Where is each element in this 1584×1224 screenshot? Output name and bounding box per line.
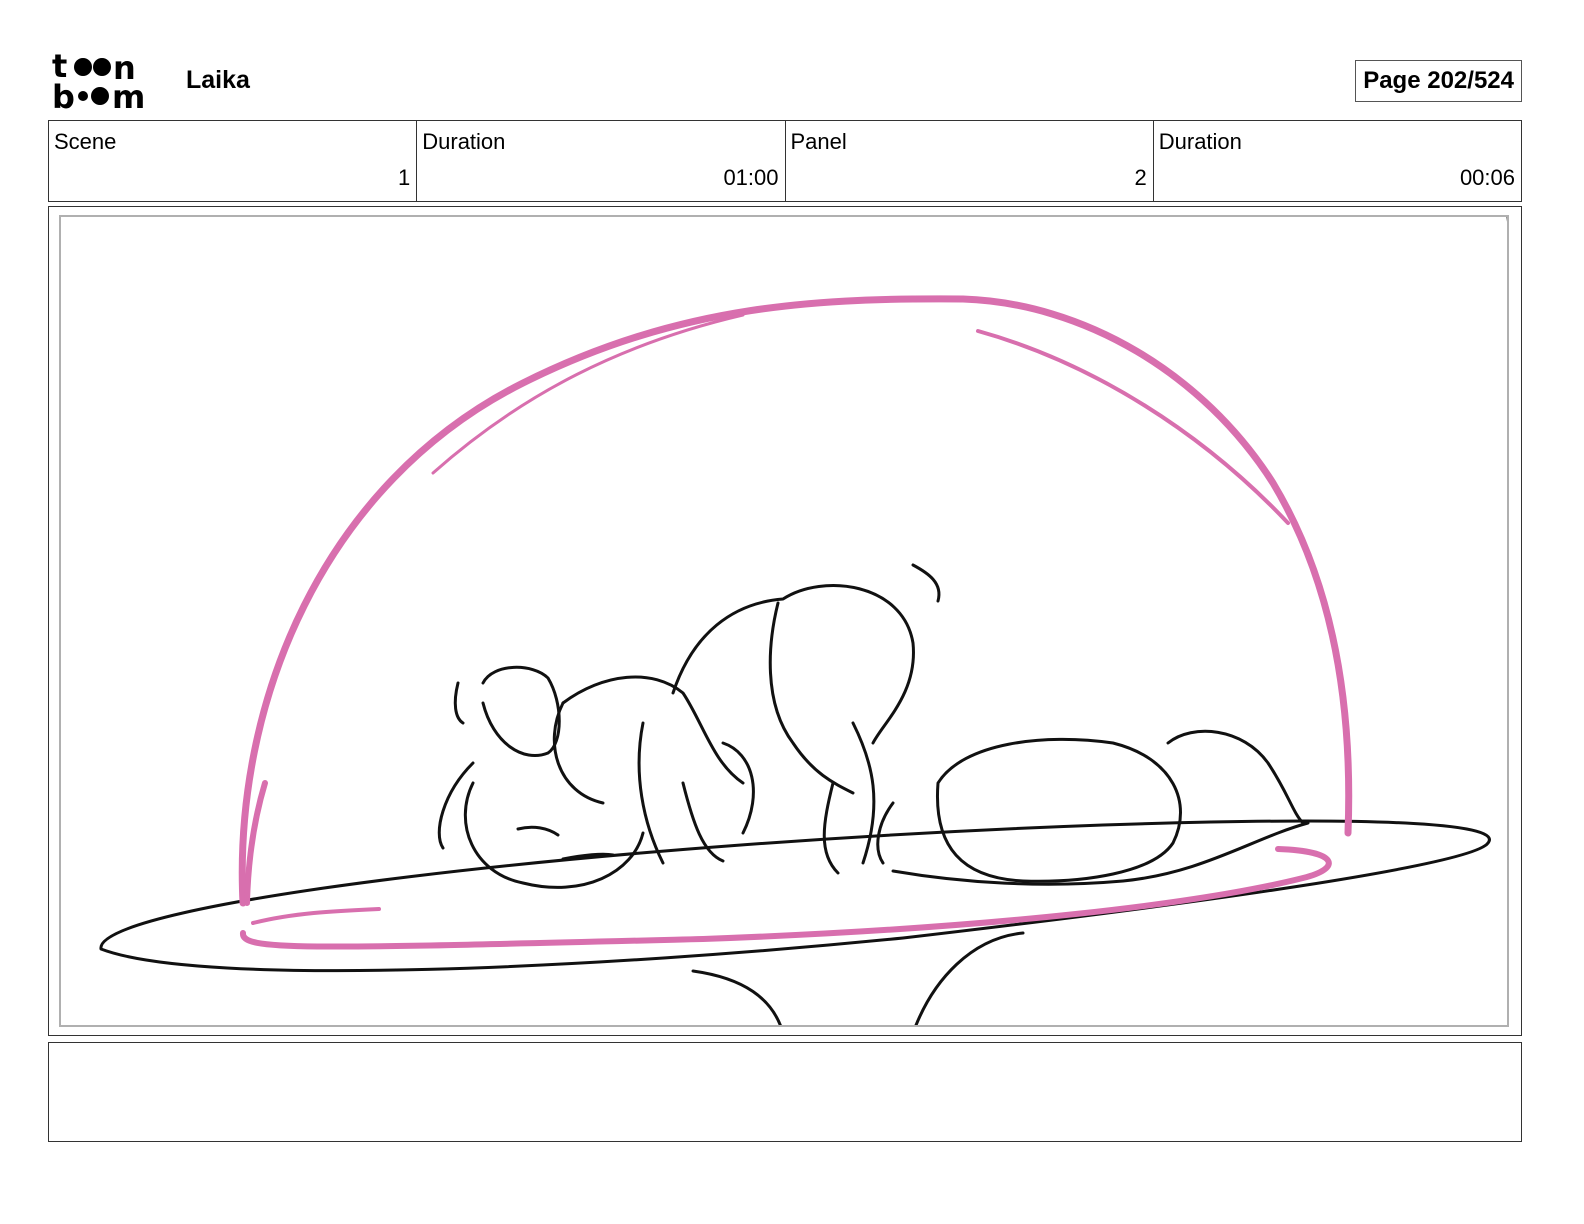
svg-text:b: b [52, 78, 75, 112]
svg-text:m: m [112, 78, 145, 112]
panel-info-table: Scene 1 Duration 01:00 Panel 2 Duration … [48, 120, 1522, 202]
scene-label: Scene [54, 129, 117, 154]
dome-base-stroke [251, 907, 381, 925]
project-title: Laika [186, 66, 250, 94]
panel-value: 2 [1134, 165, 1147, 190]
panel-image [59, 215, 1509, 1027]
scene-cell: Scene 1 [49, 121, 416, 201]
panel-label: Panel [790, 129, 847, 154]
scene-duration-cell: Duration 01:00 [416, 121, 784, 201]
scene-duration-value: 01:00 [723, 165, 779, 190]
panel-notes [48, 1042, 1522, 1142]
toonboom-logo: t n b m [52, 50, 145, 112]
table-pedestal [914, 931, 1025, 1025]
panel-cell: Panel 2 [784, 121, 1153, 201]
cushion-sketch [891, 729, 1310, 886]
glass-dome-stroke [976, 329, 1290, 525]
dog-sketch [437, 563, 941, 889]
panel-duration-label: Duration [1158, 129, 1242, 154]
panel-duration-value: 00:06 [1459, 165, 1515, 190]
scene-value: 1 [398, 165, 411, 190]
glass-dome [238, 295, 1353, 907]
panel-duration-cell: Duration 00:06 [1152, 121, 1521, 201]
glass-dome-stroke [431, 313, 745, 475]
page-number: Page 202/524 [1355, 60, 1522, 102]
panel-frame [48, 206, 1522, 1036]
dome-base [240, 846, 1332, 950]
table-pedestal [691, 969, 782, 1025]
storyboard-sketch [99, 217, 1507, 1025]
scene-duration-label: Duration [422, 129, 506, 154]
